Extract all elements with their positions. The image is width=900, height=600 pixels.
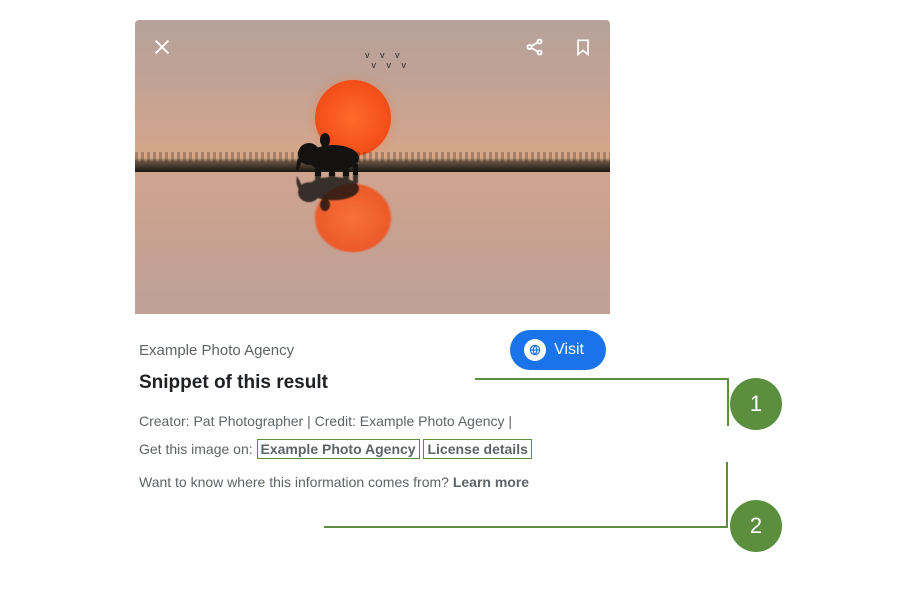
result-meta: Example Photo Agency Visit Snippet of th…: [135, 314, 610, 493]
provider-link[interactable]: Example Photo Agency: [257, 439, 420, 459]
annotation-badge-1: 1: [730, 378, 782, 430]
learn-more-link[interactable]: Learn more: [453, 474, 529, 490]
get-image-line: Get this image on: Example Photo Agency …: [139, 440, 606, 460]
visit-button-label: Visit: [554, 341, 584, 359]
result-image[interactable]: v v v v v v: [135, 20, 610, 314]
globe-icon: [524, 339, 546, 361]
learn-text: Want to know where this information come…: [139, 474, 449, 490]
close-icon[interactable]: [149, 34, 175, 60]
bookmark-icon[interactable]: [570, 34, 596, 60]
get-image-prefix: Get this image on:: [139, 441, 253, 457]
annotation-badge-2: 2: [730, 500, 782, 552]
visit-button[interactable]: Visit: [510, 330, 606, 370]
learn-line: Want to know where this information come…: [139, 473, 606, 493]
creator-label: Creator:: [139, 413, 190, 429]
source-agency: Example Photo Agency: [139, 342, 294, 359]
license-details-link[interactable]: License details: [423, 439, 531, 459]
share-icon[interactable]: [522, 34, 548, 60]
image-overlay-toolbar: [149, 34, 596, 60]
creator-value: Pat Photographer: [193, 413, 303, 429]
image-result-panel: v v v v v v: [135, 20, 610, 493]
credit-label: Credit:: [315, 413, 356, 429]
result-title: Snippet of this result: [139, 372, 606, 394]
credits-line: Creator: Pat Photographer | Credit: Exam…: [139, 412, 606, 432]
credit-value: Example Photo Agency: [360, 413, 505, 429]
